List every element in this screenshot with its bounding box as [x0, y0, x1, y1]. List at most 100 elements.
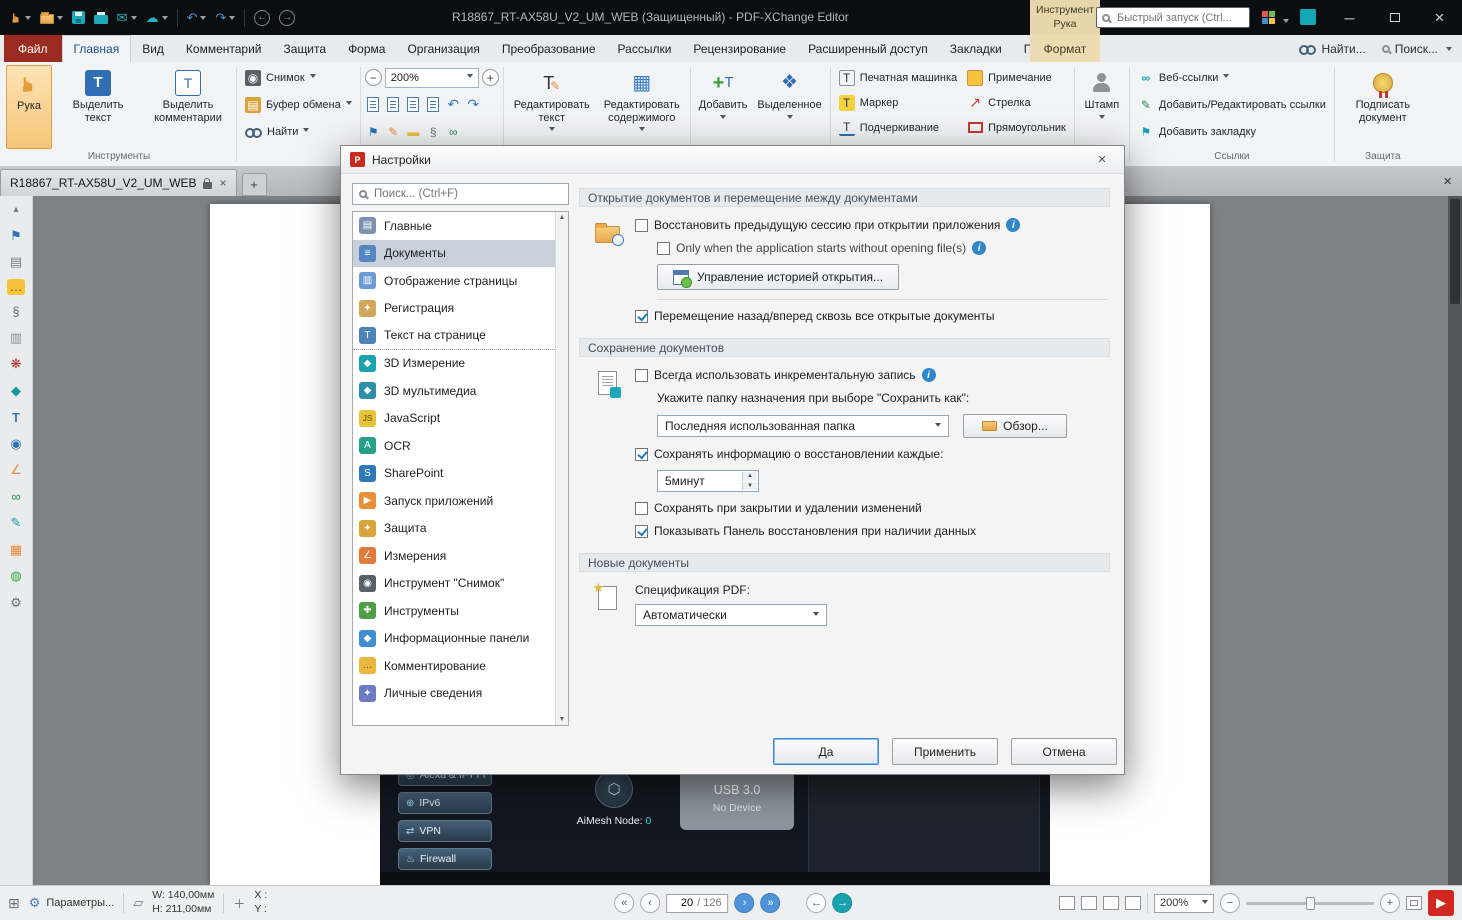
- highlight-pen-icon[interactable]: [6, 513, 26, 533]
- incremental-checkbox[interactable]: [635, 368, 648, 382]
- first-page-button[interactable]: «: [614, 893, 635, 913]
- snapshot-button[interactable]: Снимок: [241, 65, 320, 90]
- next-page-button[interactable]: ›: [734, 893, 755, 913]
- bookmarks-panel-icon[interactable]: [6, 226, 26, 246]
- bookmark-tool-icon[interactable]: [365, 123, 382, 140]
- only-when-checkbox[interactable]: [657, 241, 670, 255]
- two-page-view-icon[interactable]: [1103, 896, 1119, 910]
- print-quick-button[interactable]: [90, 6, 112, 30]
- zoom-in-button[interactable]: +: [1380, 893, 1400, 913]
- tab-accessibility[interactable]: Расширенный доступ: [797, 35, 939, 62]
- attachments-panel-icon[interactable]: [6, 301, 26, 321]
- fields-panel-icon[interactable]: [6, 540, 26, 560]
- tab-view[interactable]: Вид: [131, 35, 175, 62]
- links-panel-icon[interactable]: [6, 487, 26, 507]
- 3d-panel-icon[interactable]: [6, 381, 26, 401]
- note-tool-icon[interactable]: [405, 123, 422, 140]
- category-sharepoint[interactable]: SharePoint: [353, 460, 555, 488]
- add-bookmark-button[interactable]: Добавить закладку: [1134, 119, 1260, 144]
- category-page-display[interactable]: Отображение страницы: [353, 267, 555, 295]
- comments-panel-icon[interactable]: [7, 278, 25, 295]
- next-view-button[interactable]: →: [832, 893, 853, 913]
- page-number-box[interactable]: / 126: [666, 893, 729, 913]
- zoom-combo[interactable]: 200%: [384, 67, 479, 88]
- scroll-up-icon[interactable]: ▲: [559, 214, 566, 221]
- maximize-button[interactable]: [1372, 0, 1417, 35]
- fit-width-icon[interactable]: [385, 96, 402, 113]
- category-general[interactable]: Главные: [353, 212, 555, 240]
- category-commenting[interactable]: Комментирование: [353, 652, 555, 680]
- select-text-button[interactable]: Выделить текст: [54, 65, 142, 149]
- text-panel-icon[interactable]: [6, 407, 26, 427]
- scrollbar-thumb[interactable]: [1450, 199, 1460, 304]
- category-tools[interactable]: Инструменты: [353, 597, 555, 625]
- tab-convert[interactable]: Преобразование: [491, 35, 607, 62]
- info-icon[interactable]: [1006, 218, 1021, 232]
- vertical-scrollbar[interactable]: [1448, 196, 1462, 885]
- hand-tool-quick-button[interactable]: [6, 6, 35, 30]
- category-security[interactable]: Защита: [353, 515, 555, 543]
- zoom-in-button[interactable]: +: [481, 69, 499, 86]
- rectangle-button[interactable]: Прямоугольник: [963, 115, 1070, 140]
- list-scrollbar[interactable]: ▲ ▼: [555, 212, 568, 725]
- clipboard-button[interactable]: Буфер обмена: [241, 92, 356, 117]
- thumbnails-panel-icon[interactable]: [6, 252, 26, 272]
- spinner-arrows[interactable]: ▲ ▼: [742, 472, 757, 490]
- browse-button[interactable]: Обзор...: [963, 414, 1067, 438]
- apps-grid-icon[interactable]: [1262, 11, 1275, 24]
- arrow-button[interactable]: Стрелка: [963, 90, 1070, 115]
- tab-organize[interactable]: Организация: [396, 35, 490, 62]
- close-button[interactable]: ×: [1417, 0, 1462, 35]
- edit-text-button[interactable]: Редактировать текст: [508, 65, 596, 149]
- signatures-panel-icon[interactable]: [6, 354, 26, 374]
- cancel-button[interactable]: Отмена: [1011, 738, 1117, 765]
- spinner-down-icon[interactable]: ▼: [742, 481, 757, 490]
- measure-panel-icon[interactable]: [6, 460, 26, 480]
- email-quick-button[interactable]: [113, 6, 141, 30]
- redo-tool-icon[interactable]: [465, 96, 482, 113]
- save-on-close-checkbox[interactable]: [635, 501, 648, 515]
- close-document-button[interactable]: ×: [1443, 173, 1452, 190]
- single-page-view-icon[interactable]: [1059, 896, 1075, 910]
- dialog-titlebar[interactable]: P Настройки ×: [341, 146, 1124, 174]
- open-quick-button[interactable]: [36, 6, 67, 30]
- teal-app-icon[interactable]: [1300, 9, 1316, 25]
- previous-view-button[interactable]: ←: [806, 893, 827, 913]
- category-identity[interactable]: Личные сведения: [353, 680, 555, 708]
- hand-tool-button[interactable]: Рука: [6, 65, 52, 149]
- options-button[interactable]: Параметры...: [29, 895, 114, 911]
- autosave-checkbox[interactable]: [635, 447, 648, 461]
- navigate-all-checkbox[interactable]: [635, 309, 648, 323]
- zoom-level-combo[interactable]: 200%: [1154, 893, 1214, 913]
- document-tab[interactable]: R18867_RT-AX58U_V2_UM_WEB ×: [0, 169, 237, 196]
- ok-button[interactable]: Да: [773, 738, 879, 765]
- new-tab-button[interactable]: +: [241, 173, 267, 196]
- tab-format[interactable]: Формат: [1030, 35, 1100, 62]
- pen-tool-icon[interactable]: [385, 123, 402, 140]
- category-ocr[interactable]: OCR: [353, 432, 555, 460]
- info-icon[interactable]: [972, 241, 987, 255]
- dest-folder-select[interactable]: Последняя использованная папка: [657, 415, 949, 437]
- history-back-button[interactable]: [250, 6, 274, 30]
- two-page-continuous-icon[interactable]: [1125, 896, 1141, 910]
- grip-icon[interactable]: [8, 895, 20, 912]
- dialog-close-button[interactable]: ×: [1089, 150, 1115, 170]
- link-tool-icon[interactable]: [445, 123, 462, 140]
- tab-comment[interactable]: Комментарий: [175, 35, 273, 62]
- destinations-panel-icon[interactable]: [6, 434, 26, 454]
- undo-button[interactable]: [183, 6, 211, 30]
- last-page-button[interactable]: »: [760, 893, 781, 913]
- category-3d-multimedia[interactable]: 3D мультимедиа: [353, 377, 555, 405]
- attach-tool-icon[interactable]: [425, 123, 442, 140]
- fit-visible-icon[interactable]: [365, 96, 382, 113]
- category-page-text[interactable]: Текст на странице: [353, 322, 555, 350]
- highlight-button[interactable]: Маркер: [835, 90, 961, 115]
- continuous-view-icon[interactable]: [1081, 896, 1097, 910]
- find-tool[interactable]: Найти...: [1299, 42, 1366, 56]
- spinner-up-icon[interactable]: ▲: [742, 472, 757, 481]
- apply-button[interactable]: Применить: [892, 738, 998, 765]
- note-button[interactable]: Примечание: [963, 65, 1070, 90]
- previous-page-button[interactable]: ‹: [640, 893, 661, 913]
- tab-mailings[interactable]: Рассылки: [607, 35, 683, 62]
- context-tool-group-tab[interactable]: Инструмент Рука: [1030, 0, 1100, 35]
